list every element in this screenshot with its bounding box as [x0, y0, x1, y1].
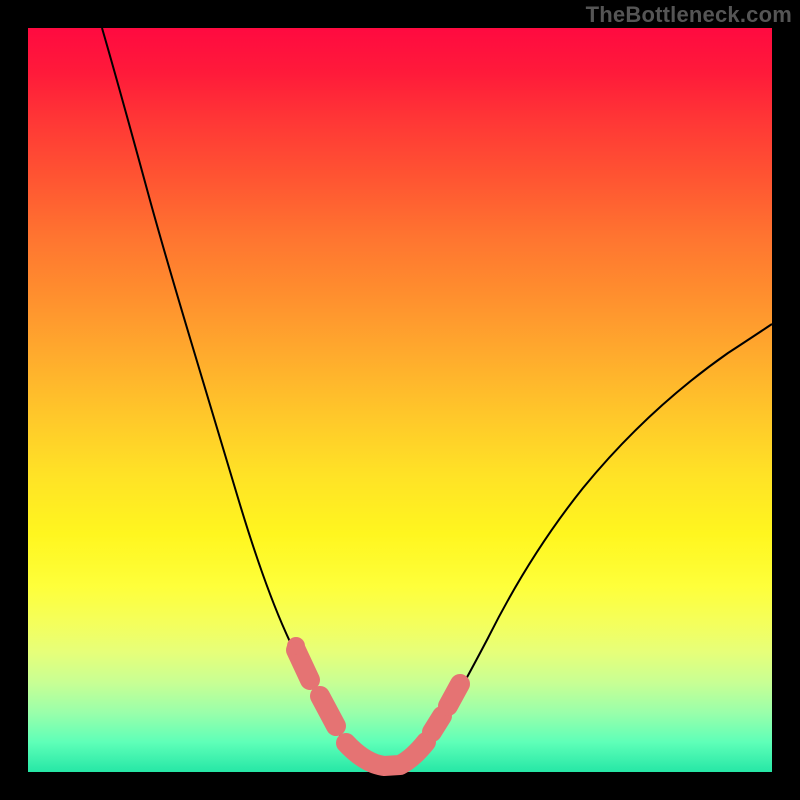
sweet-spot-highlight	[287, 637, 460, 766]
watermark-text: TheBottleneck.com	[586, 2, 792, 28]
plot-area	[28, 28, 772, 772]
bottleneck-curve	[102, 28, 772, 766]
chart-svg	[28, 28, 772, 772]
chart-frame: TheBottleneck.com	[0, 0, 800, 800]
